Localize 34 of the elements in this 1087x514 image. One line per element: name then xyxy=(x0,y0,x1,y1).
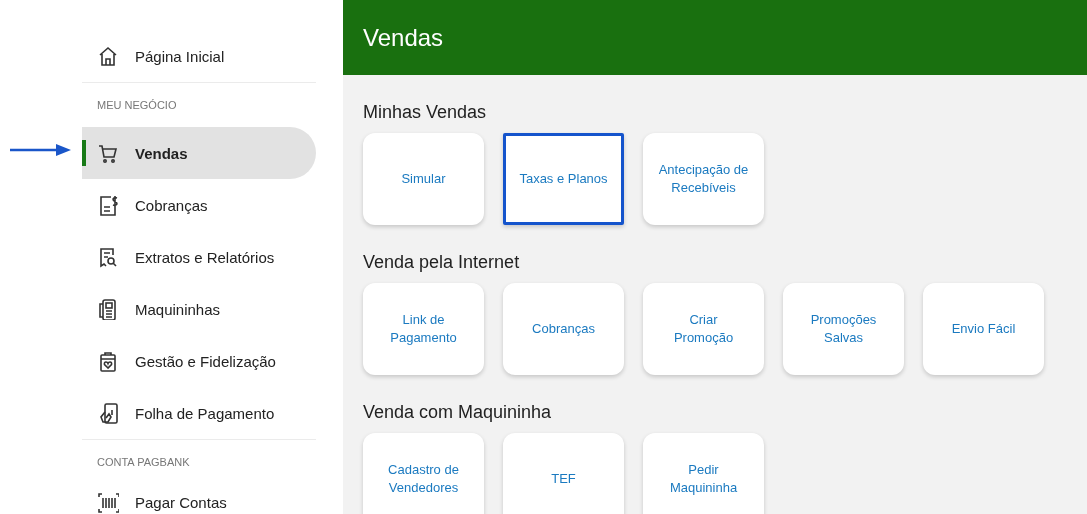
report-icon xyxy=(97,246,119,268)
sidebar-item[interactable]: Vendas xyxy=(82,127,316,179)
sidebar-item[interactable]: Cobranças xyxy=(82,179,316,231)
phone-hand-icon xyxy=(97,402,119,424)
action-card[interactable]: Taxas e Planos xyxy=(503,133,624,225)
action-card[interactable]: Cadastro de Vendedores xyxy=(363,433,484,514)
action-card[interactable]: Antecipação de Recebíveis xyxy=(643,133,764,225)
sidebar-item[interactable]: Maquininhas xyxy=(82,283,316,335)
card-machine-icon xyxy=(97,298,119,320)
action-card[interactable]: Pedir Maquininha xyxy=(643,433,764,514)
barcode-icon xyxy=(97,491,119,513)
section-label: CONTA PAGBANK xyxy=(97,456,190,468)
action-card[interactable]: Promoções Salvas xyxy=(783,283,904,375)
action-card[interactable]: Envio Fácil xyxy=(923,283,1044,375)
home-icon xyxy=(97,45,119,67)
sidebar-item[interactable]: Pagar Contas xyxy=(82,484,316,514)
section-title: Venda com Maquininha xyxy=(363,401,553,424)
sidebar-item[interactable]: Extratos e Relatórios xyxy=(82,231,316,283)
clipboard-heart-icon xyxy=(97,350,119,372)
sidebar-item[interactable]: Folha de Pagamento xyxy=(82,387,316,439)
action-card[interactable]: TEF xyxy=(503,433,624,514)
action-card[interactable]: Simular xyxy=(363,133,484,225)
sidebar-item[interactable]: Página Inicial xyxy=(82,30,316,82)
section-title: Venda pela Internet xyxy=(363,251,521,274)
action-card[interactable]: Link de Pagamento xyxy=(363,283,484,375)
pointer-arrow xyxy=(10,143,72,157)
sidebar-item[interactable]: Gestão e Fidelização xyxy=(82,335,316,387)
action-card[interactable]: Cobranças xyxy=(503,283,624,375)
action-card[interactable]: Criar Promoção xyxy=(643,283,764,375)
section-title: Minhas Vendas xyxy=(363,101,488,124)
bill-icon xyxy=(97,194,119,216)
page-title: Vendas xyxy=(363,23,444,52)
cart-icon xyxy=(97,142,119,164)
section-label: MEU NEGÓCIO xyxy=(97,99,177,111)
